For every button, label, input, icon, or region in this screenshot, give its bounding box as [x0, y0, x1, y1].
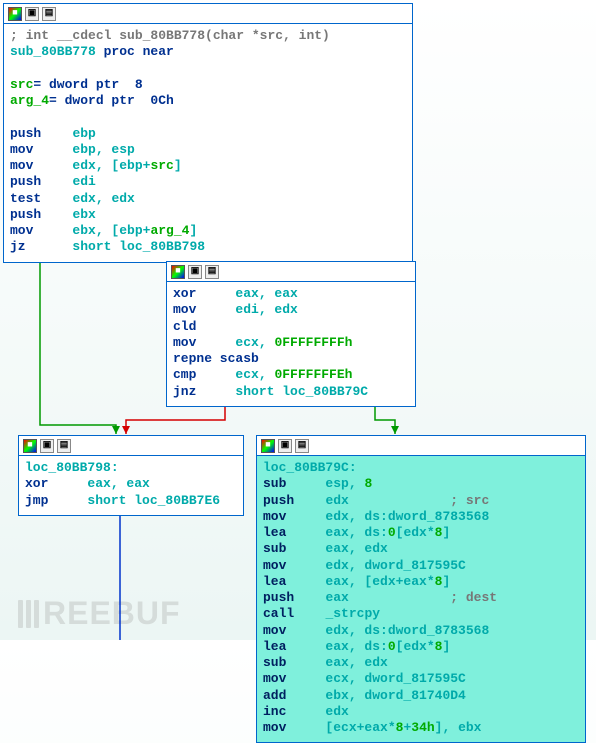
colors-icon: ■: [171, 265, 185, 279]
disasm-block-zero[interactable]: ■ ▣ ▤ loc_80BB798: xor eax, eax jmp shor…: [18, 435, 244, 516]
disasm-block-strlen[interactable]: ■ ▣ ▤ xor eax, eax mov edi, edx cld mov …: [166, 261, 416, 407]
hex-icon: ▣: [188, 265, 202, 279]
proto-comment: ; int __cdecl sub_80BB778(char *src, int…: [10, 28, 330, 43]
node-header: ■ ▣ ▤: [167, 262, 415, 282]
node-body: ; int __cdecl sub_80BB778(char *src, int…: [4, 24, 412, 262]
hex-icon: ▣: [278, 439, 292, 453]
colors-icon: ■: [23, 439, 37, 453]
hex-icon: ▣: [40, 439, 54, 453]
graph-icon: ▤: [57, 439, 71, 453]
colors-icon: ■: [261, 439, 275, 453]
hex-icon: ▣: [25, 7, 39, 21]
disasm-block-strcpy[interactable]: ■ ▣ ▤ loc_80BB79C: sub esp, 8 push edx ;…: [256, 435, 586, 743]
colors-icon: ■: [8, 7, 22, 21]
node-header: ■ ▣ ▤: [257, 436, 585, 456]
node-header: ■ ▣ ▤: [19, 436, 243, 456]
disasm-block-entry[interactable]: ■ ▣ ▤ ; int __cdecl sub_80BB778(char *sr…: [3, 3, 413, 263]
node-body: loc_80BB798: xor eax, eax jmp short loc_…: [19, 456, 243, 515]
watermark: REEBUF: [18, 595, 181, 632]
node-body: loc_80BB79C: sub esp, 8 push edx ; src m…: [257, 456, 585, 742]
graph-icon: ▤: [205, 265, 219, 279]
node-body: xor eax, eax mov edi, edx cld mov ecx, 0…: [167, 282, 415, 406]
graph-icon: ▤: [295, 439, 309, 453]
node-header: ■ ▣ ▤: [4, 4, 412, 24]
logo-bars-icon: [18, 600, 39, 628]
graph-icon: ▤: [42, 7, 56, 21]
